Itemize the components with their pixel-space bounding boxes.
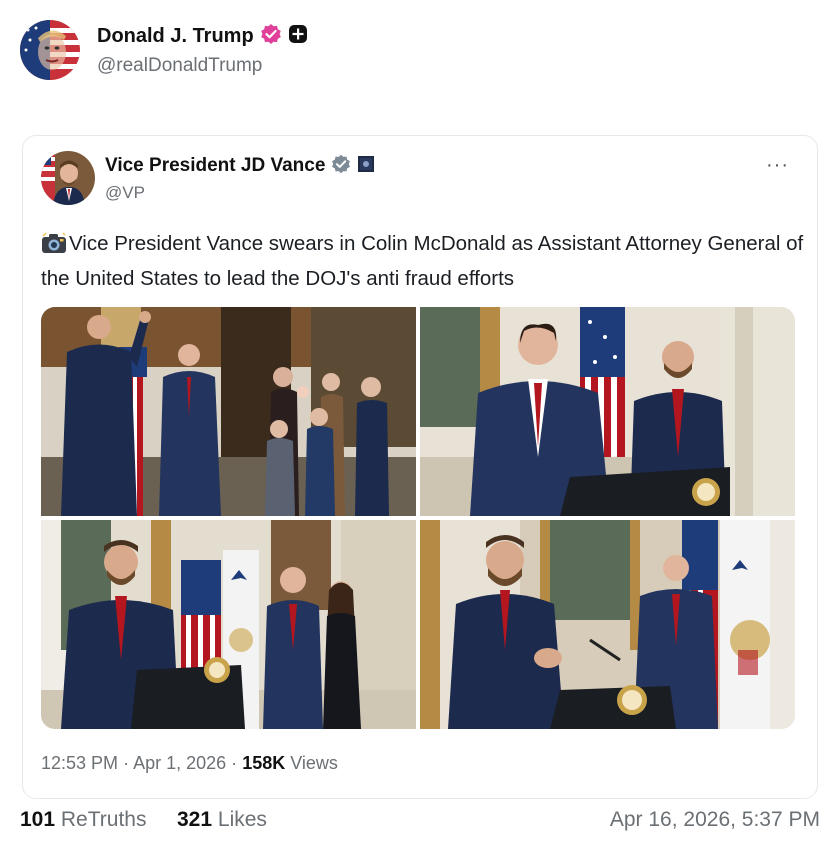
retruths-label: ReTruths [60, 808, 147, 831]
podium-speech-photo[interactable] [420, 307, 795, 516]
separator: · [123, 753, 130, 773]
author-name[interactable]: Donald J. Trump [97, 25, 254, 48]
camera-icon [41, 232, 67, 263]
plus-badge-icon [288, 24, 308, 49]
likes-stat[interactable]: 321 Likes [177, 808, 267, 832]
quoted-post-card[interactable]: Vice President JD Vance @VP ··· Vice Pre… [22, 135, 818, 799]
quoted-post-header: Vice President JD Vance @VP [41, 151, 375, 205]
retruths-count: 101 [20, 808, 56, 831]
post-stats: 101 ReTruths 321 Likes Apr 16, 2026, 5:3… [20, 808, 820, 834]
verified-badge-icon [260, 23, 282, 50]
views-count: 158K [242, 753, 286, 773]
government-badge-icon [357, 155, 375, 178]
avatar[interactable] [41, 151, 95, 205]
verified-badge-icon [331, 154, 351, 179]
separator: · [231, 753, 238, 773]
quoted-post-text: Vice President Vance swears in Colin McD… [41, 228, 811, 294]
post-header: Donald J. Trump @realDonaldTrump [20, 20, 308, 80]
quoted-post-text-body: Vice President Vance swears in Colin McD… [41, 232, 804, 290]
quoted-author-name[interactable]: Vice President JD Vance [105, 155, 325, 177]
author-handle[interactable]: @realDonaldTrump [97, 55, 308, 77]
post-date[interactable]: Apr 1, 2026 [133, 753, 226, 773]
more-options-button[interactable]: ··· [766, 154, 789, 177]
vance-speaking-photo[interactable] [420, 520, 795, 729]
likes-label: Likes [217, 808, 267, 831]
quoted-post-meta: 12:53 PM · Apr 1, 2026 · 158K Views [41, 753, 338, 774]
media-grid [41, 307, 795, 729]
quoted-author-handle[interactable]: @VP [105, 183, 375, 203]
views-label: Views [290, 753, 338, 773]
flag-face-avatar-icon [20, 20, 80, 80]
swearing-in-photo[interactable] [41, 307, 416, 516]
post-time[interactable]: 12:53 PM [41, 753, 118, 773]
avatar[interactable] [20, 20, 80, 80]
vp-avatar-icon [41, 151, 95, 205]
post-timestamp[interactable]: Apr 16, 2026, 5:37 PM [610, 808, 820, 832]
retruths-stat[interactable]: 101 ReTruths [20, 808, 146, 832]
vance-podium-photo[interactable] [41, 520, 416, 729]
likes-count: 321 [177, 808, 213, 831]
